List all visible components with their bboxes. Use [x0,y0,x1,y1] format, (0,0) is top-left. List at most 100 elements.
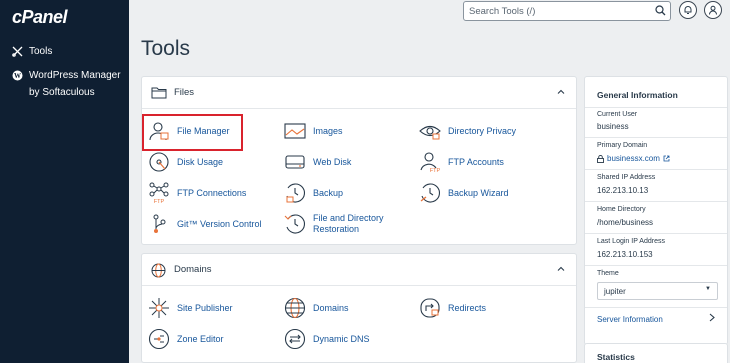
server-information-link[interactable]: Server Information [597,315,663,324]
home-directory-value: /home/business [597,218,654,227]
user-icon [709,5,717,15]
bell-icon [684,6,692,14]
theme-value: jupiter [604,287,626,296]
tool-backup-wizard[interactable]: Backup Wizard [419,182,509,204]
tool-images[interactable]: Images [284,120,343,142]
restoration-icon [284,213,306,235]
tool-label: File and Directory Restoration [313,213,384,234]
disk-usage-icon [148,151,170,173]
chevron-up-icon[interactable] [557,89,565,94]
tool-label: Disk Usage [177,156,224,167]
general-information-card: General Information Current User busines… [584,76,728,345]
tool-label: Web Disk [313,156,352,167]
general-information-title: General Information [597,90,678,100]
sidebar: cPanel Tools W WordPress Manager by Soft… [0,0,129,363]
statistics-card: Statistics [584,343,728,363]
tool-label: Domains [313,302,349,313]
tool-web-disk[interactable]: Web Disk [284,151,351,173]
files-panel-header[interactable]: Files [142,77,576,109]
tool-label: Backup Wizard [448,187,509,198]
search-icon[interactable] [655,5,666,16]
notifications-button[interactable] [679,1,697,19]
domains-icon [284,297,306,319]
external-link-icon [663,155,670,162]
tool-label: Redirects [448,302,487,313]
sidebar-item-wordpress-manager[interactable]: W WordPress Manager by Softaculous [12,67,124,101]
chevron-right-icon[interactable] [709,313,715,322]
site-publisher-icon [148,297,170,319]
ftp-connections-icon: FTP [148,182,170,204]
tool-dynamic-dns[interactable]: Dynamic DNS [284,328,370,350]
tool-site-publisher[interactable]: Site Publisher [148,297,233,319]
tool-disk-usage[interactable]: Disk Usage [148,151,223,173]
primary-domain-link[interactable]: businessx.com [597,154,670,163]
folder-icon [151,87,167,99]
page-title: Tools [141,37,191,60]
svg-text:FTP: FTP [430,168,441,173]
domains-panel-title: Domains [174,264,212,275]
ftp-accounts-icon: FTP [419,151,441,173]
zone-editor-icon [148,328,170,350]
tool-label: FTP Connections [177,187,247,198]
tool-redirects[interactable]: Redirects [419,297,486,319]
tool-label: FTP Accounts [448,156,504,167]
current-user-value: business [597,122,629,131]
web-disk-icon [284,151,306,173]
divider [585,265,727,266]
tool-label: Dynamic DNS [313,333,370,344]
divider [585,307,727,308]
divider [585,107,727,108]
tool-zone-editor[interactable]: Zone Editor [148,328,224,350]
theme-label: Theme [597,270,619,277]
chevron-up-icon[interactable] [557,266,565,271]
tool-git-version-control[interactable]: Git™ Version Control [148,213,262,235]
tool-ftp-connections[interactable]: FTP FTP Connections [148,182,246,204]
backup-wizard-icon [419,182,441,204]
caret-down-icon: ▼ [705,286,711,292]
primary-domain-value: businessx.com [607,154,660,163]
domains-panel-header[interactable]: Domains [142,254,576,286]
svg-text:FTP: FTP [154,199,165,204]
sidebar-item-label: Tools [29,46,53,57]
search-box[interactable] [463,1,671,21]
tool-label: Site Publisher [177,302,233,313]
images-icon [284,120,306,142]
tool-label: Zone Editor [177,333,224,344]
shared-ip-value: 162.213.10.13 [597,186,649,195]
dynamic-dns-icon [284,328,306,350]
tool-ftp-accounts[interactable]: FTP FTP Accounts [419,151,504,173]
search-input[interactable] [469,4,649,18]
cpanel-logo[interactable]: cPanel [12,7,68,28]
file-manager-highlight [142,114,243,151]
tool-file-directory-restoration[interactable]: File and Directory Restoration [284,213,389,235]
divider [585,137,727,138]
divider [585,169,727,170]
statistics-title: Statistics [597,352,635,362]
last-login-value: 162.213.10.153 [597,250,653,259]
tool-label: Backup [313,187,344,198]
current-user-label: Current User [597,111,638,118]
tool-domains[interactable]: Domains [284,297,349,319]
last-login-label: Last Login IP Address [597,238,665,245]
backup-icon [284,182,306,204]
tool-label: Directory Privacy [448,125,517,136]
sidebar-item-tools[interactable]: Tools [12,43,52,60]
user-menu-button[interactable] [704,1,722,19]
tool-backup[interactable]: Backup [284,182,343,204]
home-directory-label: Home Directory [597,206,646,213]
wordpress-icon: W [12,70,23,81]
lock-icon [597,154,604,163]
primary-domain-label: Primary Domain [597,142,648,149]
files-panel-title: Files [174,87,195,98]
globe-icon [151,263,166,278]
svg-text:W: W [14,72,21,80]
theme-select[interactable]: jupiter ▼ [597,282,718,300]
divider [585,201,727,202]
tools-icon [12,46,23,57]
tool-directory-privacy[interactable]: Directory Privacy [419,120,516,142]
redirects-icon [419,297,441,319]
tool-label: Git™ Version Control [177,218,262,229]
git-icon [148,213,170,235]
tool-label: Images [313,125,343,136]
directory-privacy-icon [419,120,441,142]
